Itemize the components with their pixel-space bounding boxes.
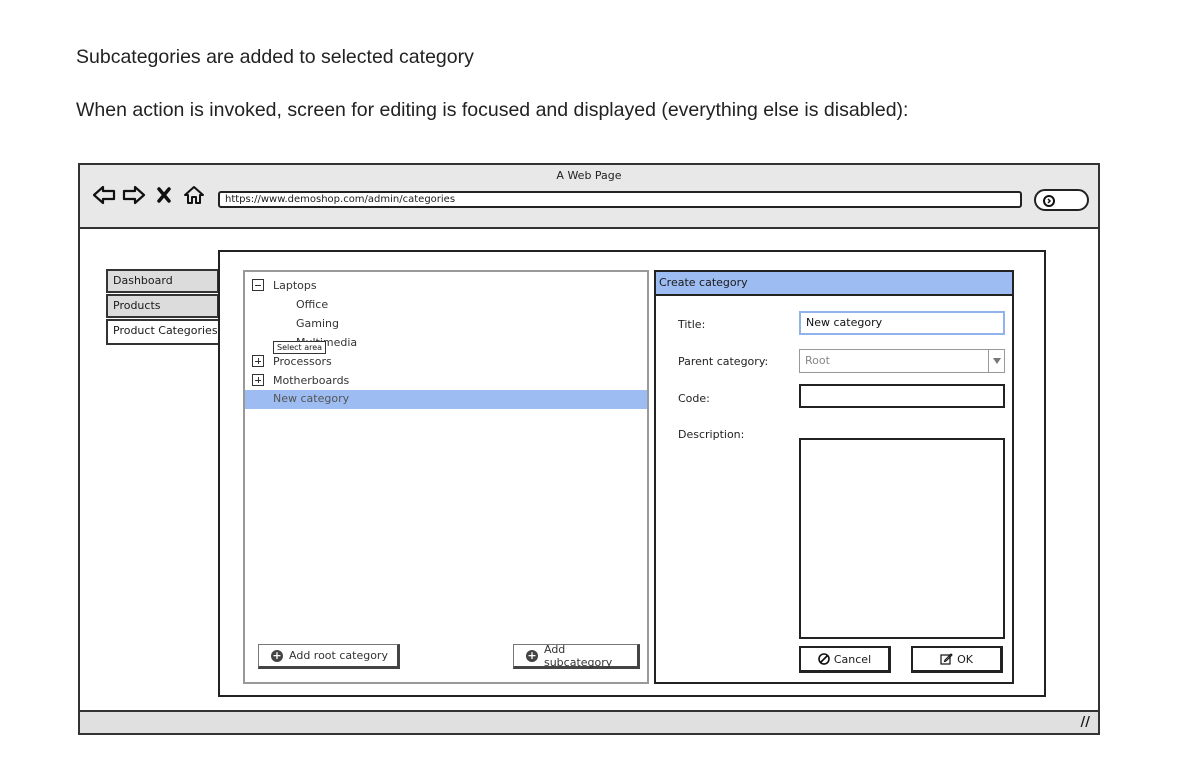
title-field[interactable]: New category: [799, 311, 1005, 335]
back-arrow-icon[interactable]: [92, 183, 116, 207]
button-label: Cancel: [833, 652, 872, 666]
parent-category-value: Root: [805, 354, 830, 367]
parent-category-select[interactable]: Root: [799, 349, 1005, 373]
edit-icon: [940, 653, 953, 665]
nav-buttons: [92, 183, 206, 207]
browser-search-button[interactable]: [1034, 189, 1089, 211]
code-label: Code:: [678, 392, 710, 405]
collapse-icon[interactable]: [252, 279, 264, 291]
tab-dashboard[interactable]: Dashboard: [106, 269, 219, 293]
resize-grip-icon[interactable]: //: [1081, 715, 1091, 730]
add-subcategory-button[interactable]: + Add subcategory: [513, 642, 640, 669]
categories-panel: Laptops Office Gaming Multimedia Select …: [218, 250, 1046, 697]
tab-products[interactable]: Products: [106, 294, 219, 318]
expand-icon[interactable]: [252, 355, 264, 367]
button-label: Add root category: [289, 649, 388, 662]
description-field[interactable]: [799, 438, 1005, 639]
button-label: OK: [957, 652, 973, 666]
window-title: A Web Page: [556, 169, 622, 182]
tree-item-office[interactable]: Office: [296, 298, 328, 311]
home-icon[interactable]: [182, 183, 206, 207]
chevron-down-icon[interactable]: [988, 350, 1004, 372]
select-area-tooltip: Select area: [273, 341, 327, 354]
title-label: Title:: [678, 318, 706, 331]
category-tree: Laptops Office Gaming Multimedia Select …: [243, 270, 649, 684]
url-bar[interactable]: https://www.demoshop.com/admin/categorie…: [218, 191, 1022, 208]
plus-circle-icon: +: [271, 648, 283, 662]
code-field[interactable]: [799, 384, 1005, 408]
instruction-text-1: Subcategories are added to selected cate…: [76, 46, 474, 68]
close-x-icon[interactable]: [152, 183, 176, 207]
tree-item-processors[interactable]: Processors: [273, 355, 332, 368]
cancel-button[interactable]: Cancel: [799, 646, 891, 673]
tree-item-motherboards[interactable]: Motherboards: [273, 374, 349, 387]
dialog-title: Create category: [656, 272, 1012, 296]
add-root-category-button[interactable]: + Add root category: [258, 644, 400, 669]
instruction-text-2: When action is invoked, screen for editi…: [76, 99, 909, 121]
ok-button[interactable]: OK: [911, 646, 1003, 673]
tree-item-gaming[interactable]: Gaming: [296, 317, 339, 330]
cancel-icon: [818, 653, 830, 665]
tree-item-label: New category: [273, 392, 350, 405]
tree-item-laptops[interactable]: Laptops: [273, 279, 317, 292]
tree-item-new-category[interactable]: New category: [245, 390, 647, 409]
parent-category-label: Parent category:: [678, 355, 769, 368]
forward-arrow-icon[interactable]: [122, 183, 146, 207]
status-bar: //: [80, 710, 1098, 733]
plus-circle-icon: +: [526, 648, 538, 662]
browser-window: A Web Page https://www.demoshop.com/admi…: [78, 163, 1100, 735]
browser-titlebar: A Web Page https://www.demoshop.com/admi…: [80, 165, 1098, 229]
create-category-dialog: Create category Title: New category Pare…: [654, 270, 1014, 684]
button-label: Add subcategory: [543, 642, 613, 669]
search-icon: [1043, 195, 1055, 207]
tab-product-categories[interactable]: Product Categories: [106, 319, 220, 345]
description-label: Description:: [678, 428, 745, 441]
expand-icon[interactable]: [252, 374, 264, 386]
